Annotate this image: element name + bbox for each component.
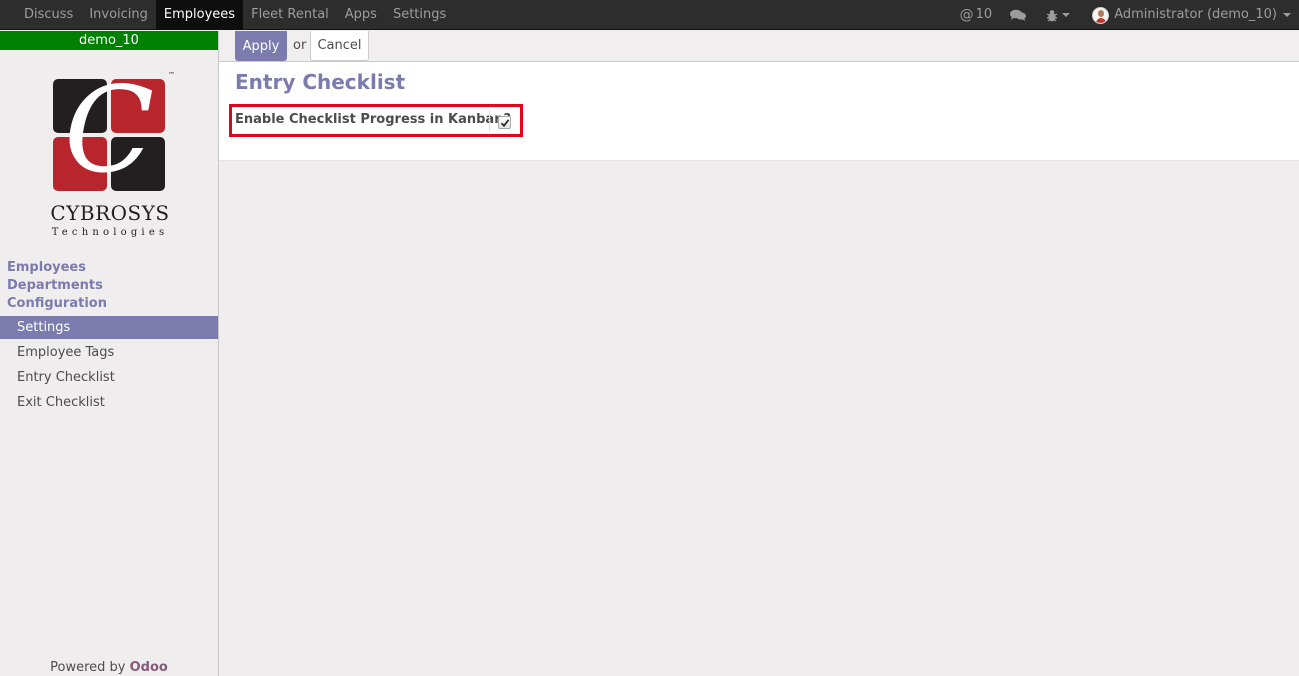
logo-brand-name: CYBROSYS: [50, 201, 170, 225]
powered-by-prefix: Powered by: [50, 660, 126, 675]
sidebar-item-exit-checklist[interactable]: Exit Checklist: [0, 391, 218, 414]
checkmark-icon: [500, 119, 510, 128]
chevron-down-icon: [1283, 13, 1291, 17]
powered-by: Powered by Odoo: [0, 660, 218, 675]
sidebar-item-settings[interactable]: Settings: [0, 316, 218, 339]
field-label: Enable Checklist Progress in Kanban?: [235, 112, 511, 127]
sidebar-section-employees[interactable]: Employees: [7, 260, 86, 275]
chevron-down-icon: [1062, 13, 1071, 17]
sidebar-item-employee-tags[interactable]: Employee Tags: [0, 341, 218, 364]
top-navbar: Discuss Invoicing Employees Fleet Rental…: [0, 0, 1299, 30]
menu-item-settings[interactable]: Settings: [385, 0, 454, 30]
menu-item-employees[interactable]: Employees: [155, 0, 244, 30]
bug-icon: [1046, 9, 1058, 21]
at-icon: @: [959, 7, 974, 23]
field-divider: [489, 110, 490, 131]
sidebar: demo_10 C ™ CYBROSYS Technologies Employ…: [0, 31, 219, 676]
mentions-count: 10: [975, 7, 993, 22]
page-title: Entry Checklist: [235, 70, 406, 94]
highlighted-field: Enable Checklist Progress in Kanban?: [229, 104, 523, 137]
kanban-progress-checkbox[interactable]: [498, 116, 511, 129]
trademark-symbol: ™: [168, 71, 175, 79]
user-menu[interactable]: Administrator (demo_10): [1092, 0, 1291, 30]
sidebar-section-configuration[interactable]: Configuration: [7, 296, 107, 311]
avatar: [1092, 6, 1110, 24]
debug-menu[interactable]: [1046, 0, 1071, 30]
logo-letter: C: [64, 61, 155, 199]
chat-button[interactable]: [1010, 0, 1027, 30]
app-menu: Discuss Invoicing Employees Fleet Rental…: [16, 0, 454, 30]
menu-item-invoicing[interactable]: Invoicing: [81, 0, 156, 30]
database-name-bar: demo_10: [0, 31, 218, 50]
mentions-button[interactable]: @ 10: [960, 0, 993, 30]
menu-item-discuss[interactable]: Discuss: [16, 0, 81, 30]
or-separator: or: [293, 38, 307, 53]
sidebar-item-entry-checklist[interactable]: Entry Checklist: [0, 366, 218, 389]
menu-item-fleet-rental[interactable]: Fleet Rental: [243, 0, 337, 30]
systray: @ 10 Administrator (demo_10): [960, 0, 1299, 30]
logo-brand-subtitle: Technologies: [51, 227, 169, 238]
apply-button[interactable]: Apply: [235, 31, 287, 61]
odoo-link[interactable]: Odoo: [130, 660, 168, 675]
control-panel: Apply or Cancel: [219, 31, 1299, 62]
settings-form: Entry Checklist Enable Checklist Progres…: [219, 62, 1299, 161]
user-name: Administrator (demo_10): [1114, 7, 1277, 22]
menu-item-apps[interactable]: Apps: [337, 0, 385, 30]
chat-icon: [1010, 9, 1027, 21]
cancel-button[interactable]: Cancel: [310, 31, 369, 61]
sidebar-section-departments[interactable]: Departments: [7, 278, 103, 293]
company-logo[interactable]: C ™ CYBROSYS Technologies: [40, 71, 180, 241]
